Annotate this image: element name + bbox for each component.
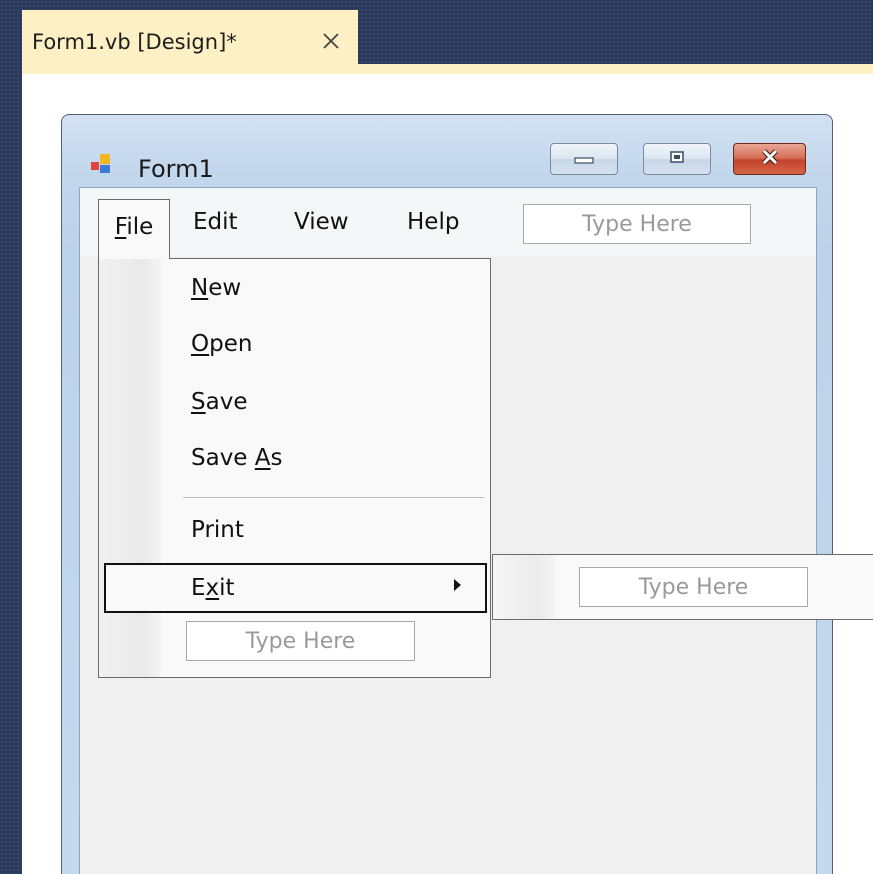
submenu-arrow-icon xyxy=(454,579,461,591)
maximize-icon xyxy=(669,149,685,169)
close-button[interactable] xyxy=(733,143,806,175)
menu-item-exit[interactable]: Exit xyxy=(104,563,487,613)
menu-item-save-as[interactable]: Save As xyxy=(191,445,283,471)
file-dropdown-menu: New Open Save Save As Print Exit Type He… xyxy=(98,258,491,678)
menu-item-exit-label: Exit xyxy=(191,575,235,601)
close-icon[interactable] xyxy=(318,28,344,54)
exit-submenu: Type Here xyxy=(492,554,873,620)
document-tab[interactable]: Form1.vb [Design]* xyxy=(22,10,358,74)
submenu-gutter xyxy=(493,555,555,619)
menu-item-open[interactable]: Open xyxy=(191,331,252,357)
menu-item-new[interactable]: New xyxy=(191,275,241,301)
minimize-icon xyxy=(573,150,595,169)
tab-strip xyxy=(358,64,873,74)
document-tab-title: Form1.vb [Design]* xyxy=(32,30,237,54)
form-app-icon xyxy=(90,153,112,175)
dropdown-type-here-box[interactable]: Type Here xyxy=(186,621,415,661)
form-title: Form1 xyxy=(138,155,214,183)
menu-gutter xyxy=(99,259,161,677)
form-client-area[interactable]: File Edit View Help Type Here New Open S… xyxy=(79,187,873,874)
menu-file-label: File xyxy=(114,214,154,240)
menu-edit[interactable]: Edit xyxy=(193,200,238,244)
minimize-button[interactable] xyxy=(550,143,618,175)
menubar-type-here-box[interactable]: Type Here xyxy=(523,204,751,244)
menu-item-save[interactable]: Save xyxy=(191,389,247,415)
maximize-button[interactable] xyxy=(643,143,711,175)
menu-item-print[interactable]: Print xyxy=(191,517,244,543)
submenu-type-here-box[interactable]: Type Here xyxy=(579,567,808,607)
menu-file[interactable]: File xyxy=(98,199,170,259)
menu-separator xyxy=(183,497,484,499)
menu-view[interactable]: View xyxy=(294,200,349,244)
close-icon xyxy=(758,148,782,170)
menu-help[interactable]: Help xyxy=(407,200,459,244)
form-window[interactable]: Form1 File Edit View Help Type Here New … xyxy=(61,114,873,874)
